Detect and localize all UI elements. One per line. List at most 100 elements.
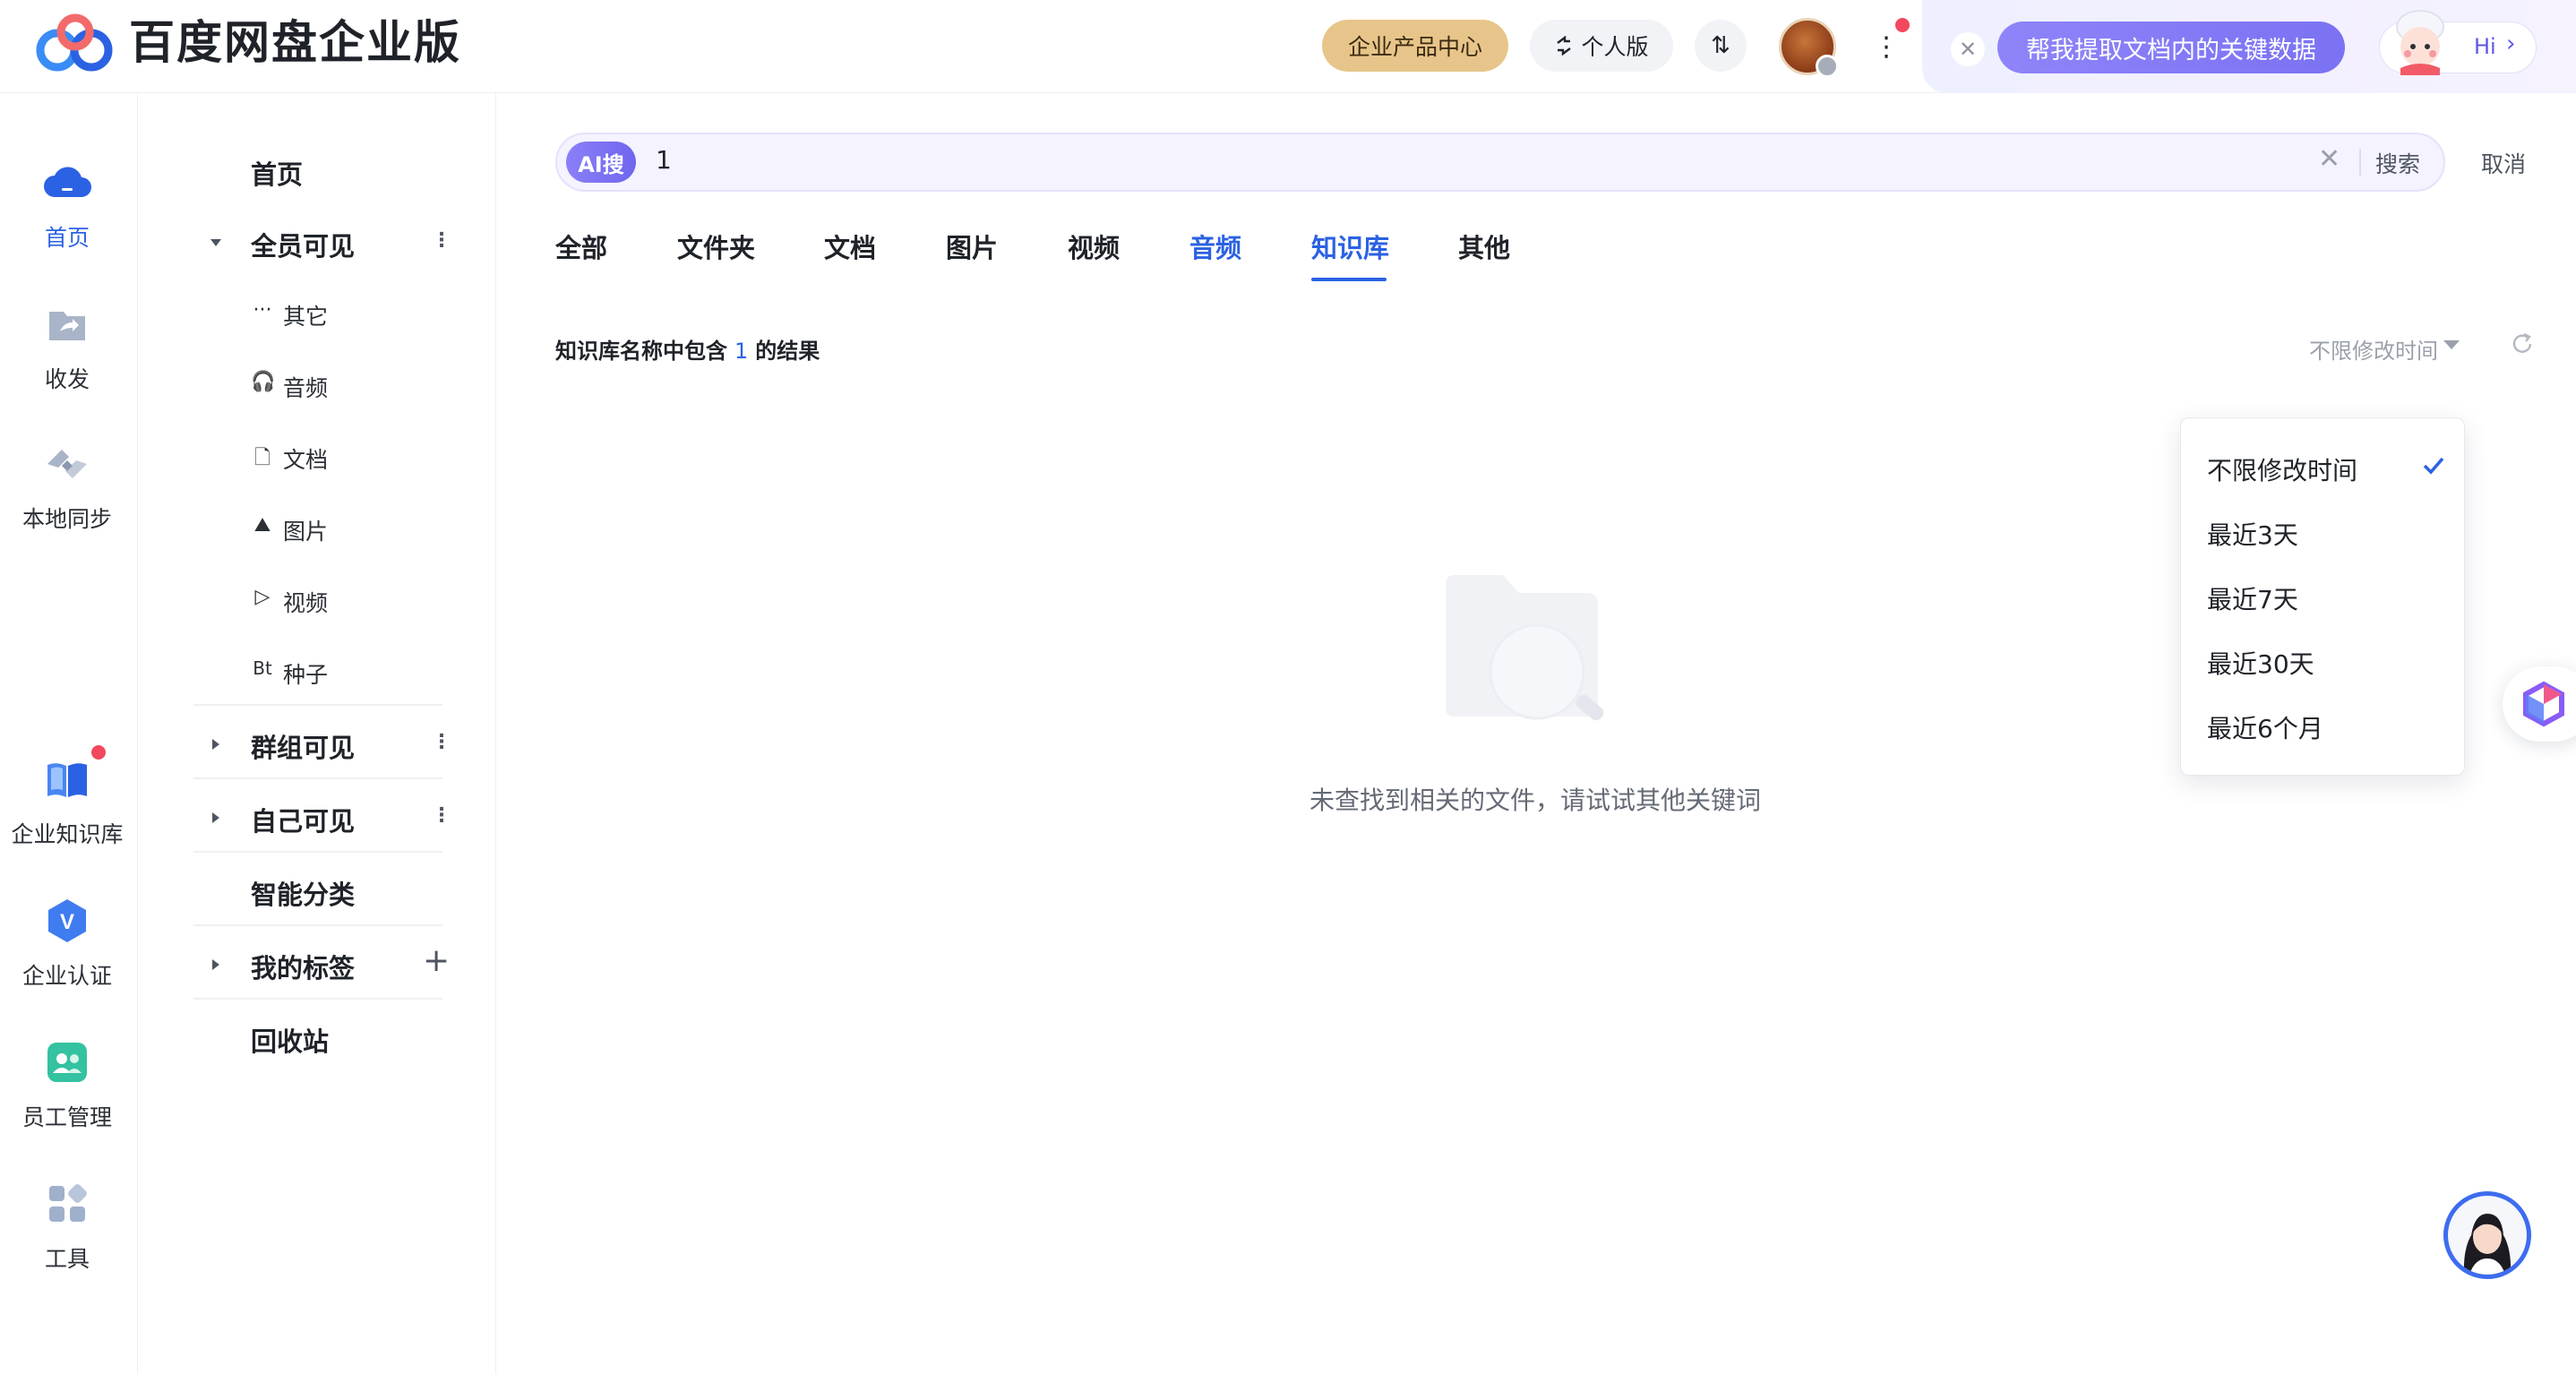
sidebar-item-torrent[interactable]: 种子: [283, 657, 328, 690]
tab-image[interactable]: 图片: [946, 228, 998, 265]
sidebar-item-all-visible[interactable]: 全员可见: [251, 226, 355, 263]
image-icon: ⛰: [253, 514, 271, 537]
notification-dot: [1895, 18, 1910, 32]
sidebar-item-video[interactable]: 视频: [283, 586, 328, 618]
staff-icon: [47, 1043, 87, 1082]
user-avatar[interactable]: [1779, 18, 1839, 78]
sidebar-item-document[interactable]: 文档: [283, 442, 328, 475]
rail-label-staff-management: 员工管理: [21, 1104, 112, 1130]
ai-cube-icon[interactable]: [2519, 679, 2569, 729]
check-icon: [2423, 457, 2444, 475]
caret-right-icon[interactable]: [208, 736, 224, 752]
document-icon: 🗋: [254, 447, 270, 469]
knowledge-base-alert-dot: [91, 745, 106, 760]
tab-document[interactable]: 文档: [824, 228, 876, 265]
sidebar-item-group-visible[interactable]: 群组可见: [251, 727, 355, 765]
sidebar-divider: [193, 924, 442, 926]
tab-video[interactable]: 视频: [1068, 228, 1120, 265]
torrent-icon: Bt: [253, 657, 272, 679]
add-tag-icon[interactable]: +: [423, 942, 450, 979]
sidebar-item-recycle-bin[interactable]: 回收站: [251, 1021, 329, 1059]
more-menu-icon[interactable]: ⋮: [1873, 25, 1900, 68]
sidebar-item-home[interactable]: 首页: [251, 154, 303, 192]
refresh-icon[interactable]: [2508, 330, 2537, 358]
tools-grid-icon: [49, 1184, 87, 1222]
sidebar-item-image[interactable]: 图片: [283, 514, 328, 546]
headphones-icon: 🎧: [251, 371, 276, 393]
rail-item-local-sync[interactable]: 本地同步: [0, 439, 134, 534]
transfer-list-button[interactable]: ⇅: [1695, 20, 1747, 72]
search-button[interactable]: 搜索: [2375, 147, 2420, 179]
result-summary-suffix: 的结果: [755, 339, 820, 364]
ai-mascot-icon: [2396, 10, 2444, 75]
rail-label-knowledge-base: 企业知识库: [11, 821, 124, 847]
app-title: 百度网盘企业版: [129, 17, 462, 70]
rail-item-home[interactable]: 首页: [0, 158, 134, 253]
rail-item-inbox[interactable]: 收发: [0, 299, 134, 394]
book-icon: [47, 763, 87, 797]
sidebar-divider: [193, 851, 442, 853]
rail-item-enterprise-verify[interactable]: V 企业认证: [0, 896, 134, 991]
tab-knowledge-base[interactable]: 知识库: [1311, 228, 1389, 265]
empty-search-illustration: [1446, 575, 1604, 721]
time-filter-select[interactable]: 不限修改时间: [2309, 333, 2438, 365]
sidebar-item-smart-category[interactable]: 智能分类: [251, 874, 355, 912]
tab-all[interactable]: 全部: [555, 228, 607, 265]
svg-text:V: V: [60, 910, 74, 934]
time-option-7-days[interactable]: 最近7天: [2207, 580, 2298, 616]
rail-label-local-sync: 本地同步: [21, 506, 112, 532]
time-option-any[interactable]: 不限修改时间: [2207, 451, 2357, 487]
caret-right-icon[interactable]: [208, 810, 224, 826]
service-agent-icon: [2463, 1214, 2512, 1275]
baidu-netdisk-logo: [36, 13, 113, 72]
ai-suggested-prompt-button[interactable]: 帮我提取文档内的关键数据: [1997, 21, 2345, 73]
result-summary-prefix: 知识库名称中包含: [555, 339, 727, 364]
rail-item-staff-management[interactable]: 员工管理: [0, 1037, 134, 1132]
verified-v-icon: V: [48, 899, 86, 942]
caret-down-icon[interactable]: [208, 235, 224, 251]
chevron-right-icon: ›: [2506, 30, 2516, 57]
empty-state-message: 未查找到相关的文件，请试试其他关键词: [1309, 786, 1762, 815]
ai-hi-label: Hi: [2474, 34, 2496, 59]
enterprise-product-center-button[interactable]: 企业产品中心: [1322, 20, 1508, 72]
group-visible-more-icon[interactable]: ⋮: [432, 731, 451, 753]
tab-folder[interactable]: 文件夹: [677, 228, 755, 265]
clear-search-icon[interactable]: ✕: [2318, 143, 2340, 175]
time-option-6-months[interactable]: 最近6个月: [2207, 709, 2323, 745]
self-visible-more-icon[interactable]: ⋮: [432, 804, 451, 827]
rail-label-home: 首页: [44, 225, 90, 251]
personal-edition-button[interactable]: 个人版: [1530, 20, 1673, 72]
more-dots-icon: ···: [253, 299, 272, 322]
rail-item-tools[interactable]: 工具: [0, 1179, 134, 1274]
ai-bar-close-icon[interactable]: ✕: [1951, 32, 1985, 66]
cancel-search-button[interactable]: 取消: [2481, 147, 2526, 179]
transfer-icon: ⇅: [1711, 32, 1730, 59]
sidebar-item-audio[interactable]: 音频: [283, 371, 328, 403]
share-folder-icon: [49, 312, 85, 340]
switch-icon: [1557, 36, 1572, 56]
result-keyword: 1: [734, 339, 749, 364]
ai-search-badge[interactable]: AI搜: [566, 142, 636, 183]
sync-icon: [47, 450, 87, 478]
search-input[interactable]: 1: [656, 145, 672, 175]
all-visible-more-icon[interactable]: ⋮: [432, 229, 451, 252]
tab-audio[interactable]: 音频: [1189, 228, 1241, 265]
sidebar-item-my-tags[interactable]: 我的标签: [251, 948, 355, 985]
caret-right-icon[interactable]: [208, 957, 224, 973]
time-option-3-days[interactable]: 最近3天: [2207, 516, 2298, 552]
sidebar-item-other[interactable]: 其它: [283, 299, 328, 331]
result-summary: 知识库名称中包含 1 的结果: [555, 333, 820, 365]
tab-other[interactable]: 其他: [1458, 228, 1510, 265]
sidebar-divider: [193, 998, 442, 1000]
play-icon: ▷: [254, 586, 270, 608]
rail-item-knowledge-base[interactable]: 企业知识库: [0, 754, 134, 849]
avatar-verify-badge: [1816, 55, 1839, 78]
rail-label-tools: 工具: [44, 1246, 90, 1272]
sidebar-item-self-visible[interactable]: 自己可见: [251, 801, 355, 838]
rail-label-inbox: 收发: [44, 366, 90, 392]
search-bar[interactable]: [555, 133, 2445, 192]
time-option-30-days[interactable]: 最近30天: [2207, 645, 2314, 681]
active-tab-indicator: [1311, 278, 1387, 281]
customer-service-avatar[interactable]: [2443, 1191, 2531, 1279]
caret-down-icon[interactable]: [2443, 340, 2460, 349]
